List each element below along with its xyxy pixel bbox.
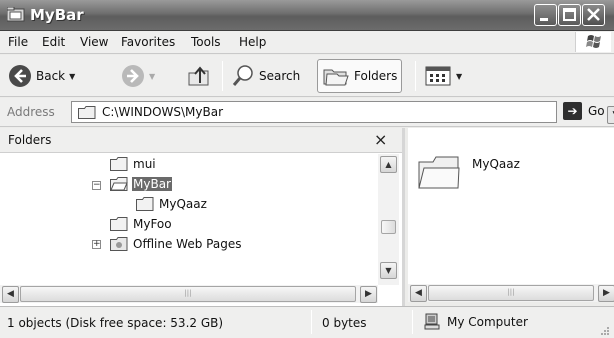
- menu-help[interactable]: Help: [239, 35, 266, 49]
- expand-icon[interactable]: +: [92, 240, 101, 249]
- windows-flag-icon: [586, 35, 601, 48]
- close-button[interactable]: [582, 4, 605, 26]
- status-bar: 1 objects (Disk free space: 53.2 GB) 0 b…: [0, 306, 614, 338]
- open-folder-icon: [110, 177, 128, 191]
- address-value: C:\WINDOWS\MyBar: [102, 105, 224, 119]
- folders-label: Folders: [354, 69, 398, 83]
- menu-view[interactable]: View: [80, 35, 108, 49]
- scroll-left-icon[interactable]: ◀: [2, 286, 19, 303]
- windows-flag-logo: [575, 32, 611, 52]
- tree-item-mui[interactable]: mui: [110, 154, 157, 174]
- tree-item-label: mui: [133, 157, 156, 171]
- toolbar-separator: [415, 61, 416, 91]
- my-computer-icon: [424, 313, 440, 330]
- contents-pane: MyQaaz: [408, 128, 614, 284]
- tree-item-label: MyQaaz: [159, 197, 207, 211]
- title-bar[interactable]: MyBar: [0, 0, 614, 31]
- scroll-right-icon[interactable]: ▶: [360, 286, 377, 303]
- collapse-icon[interactable]: −: [92, 181, 101, 190]
- folders-icon: [323, 69, 349, 86]
- file-item-myqaaz[interactable]: MyQaaz: [418, 154, 520, 190]
- menu-bar: File Edit View Favorites Tools Help: [0, 31, 614, 54]
- back-label: Back: [36, 69, 66, 83]
- status-location: My Computer: [424, 313, 528, 331]
- tree-item-label: Offline Web Pages: [133, 237, 242, 251]
- status-object-count: 1 objects (Disk free space: 53.2 GB): [7, 316, 224, 330]
- scroll-up-icon[interactable]: ▲: [380, 156, 397, 173]
- views-icon: [425, 66, 451, 86]
- back-dropdown-icon[interactable]: ▼: [69, 72, 75, 81]
- status-separator: [311, 310, 312, 334]
- toolbar-separator: [222, 61, 223, 91]
- folders-pane-title: Folders: [8, 133, 52, 147]
- address-label: Address: [7, 105, 55, 119]
- folders-pane-header: Folders ×: [0, 128, 402, 153]
- scroll-thumb[interactable]: |||: [428, 285, 594, 301]
- contents-horizontal-scrollbar[interactable]: ◀ ||| ▶: [408, 284, 614, 302]
- file-item-label: MyQaaz: [472, 157, 520, 171]
- forward-button[interactable]: ▼: [121, 59, 155, 93]
- folder-icon: [78, 106, 96, 119]
- resize-grip-icon[interactable]: [596, 325, 610, 337]
- maximize-icon: [563, 8, 576, 21]
- tree-item-label: MyFoo: [133, 217, 172, 231]
- up-folder-icon: [188, 66, 209, 86]
- tree-item-myfoo[interactable]: MyFoo: [110, 214, 173, 234]
- scroll-left-icon[interactable]: ◀: [410, 285, 427, 302]
- search-icon: [232, 65, 253, 86]
- tree-item-mybar[interactable]: MyBar: [110, 174, 172, 194]
- menu-favorites[interactable]: Favorites: [121, 35, 175, 49]
- folder-icon: [110, 157, 128, 171]
- status-location-label: My Computer: [447, 315, 528, 329]
- tree-item-label: MyBar: [132, 177, 172, 191]
- forward-arrow-icon: [122, 65, 144, 87]
- status-separator: [412, 310, 413, 334]
- go-label: Go: [588, 104, 605, 118]
- folders-pane: Folders × mui − MyBar MyQaaz MyFoo + Off…: [0, 128, 405, 306]
- close-icon: [587, 8, 600, 21]
- search-label: Search: [259, 69, 301, 83]
- offline-pages-folder-icon: [110, 237, 128, 251]
- scroll-right-icon[interactable]: ▶: [598, 285, 614, 302]
- scroll-thumb[interactable]: [381, 220, 396, 234]
- folders-button[interactable]: Folders: [317, 59, 403, 93]
- menu-tools[interactable]: Tools: [191, 35, 221, 49]
- up-folder-button[interactable]: [186, 59, 212, 93]
- folder-tree: mui − MyBar MyQaaz MyFoo + Offline Web P…: [0, 154, 378, 284]
- status-size: 0 bytes: [322, 316, 367, 330]
- menu-edit[interactable]: Edit: [42, 35, 65, 49]
- folders-vertical-scrollbar[interactable]: ▲ ▼: [378, 154, 399, 285]
- standard-toolbar: Back ▼ ▼ Search Folders ▼: [0, 55, 614, 97]
- folder-icon: [110, 217, 128, 231]
- address-dropdown-button[interactable]: ▼: [607, 106, 614, 124]
- folders-horizontal-scrollbar[interactable]: ◀ ||| ▶: [0, 285, 378, 303]
- menu-file[interactable]: File: [8, 35, 28, 49]
- tree-item-myqaaz[interactable]: MyQaaz: [136, 194, 208, 214]
- scroll-thumb[interactable]: |||: [20, 286, 356, 302]
- go-button[interactable]: ➔ Go: [563, 102, 605, 120]
- maximize-button[interactable]: [558, 4, 581, 26]
- views-button[interactable]: ▼: [424, 59, 462, 93]
- back-arrow-icon: [9, 65, 31, 87]
- address-input[interactable]: C:\WINDOWS\MyBar ▼: [71, 101, 614, 124]
- explorer-window: MyBar File Edit View Favorites Tools Hel…: [0, 0, 614, 338]
- tree-item-offline-web-pages[interactable]: Offline Web Pages: [110, 234, 242, 254]
- window-title: MyBar: [30, 6, 84, 24]
- folder-icon: [418, 156, 460, 189]
- minimize-icon: [540, 18, 548, 21]
- back-button[interactable]: Back ▼: [8, 59, 75, 93]
- address-bar: Address C:\WINDOWS\MyBar ▼ ➔ Go: [0, 98, 614, 127]
- scroll-down-icon[interactable]: ▼: [380, 262, 397, 279]
- folder-icon: [136, 197, 154, 211]
- folder-window-icon: [7, 7, 25, 22]
- views-dropdown-icon[interactable]: ▼: [456, 72, 462, 81]
- minimize-button[interactable]: [534, 4, 557, 26]
- folders-pane-close-icon[interactable]: ×: [374, 130, 387, 149]
- forward-dropdown-icon[interactable]: ▼: [149, 72, 155, 81]
- go-arrow-icon: ➔: [563, 102, 582, 120]
- search-button[interactable]: Search: [231, 59, 300, 93]
